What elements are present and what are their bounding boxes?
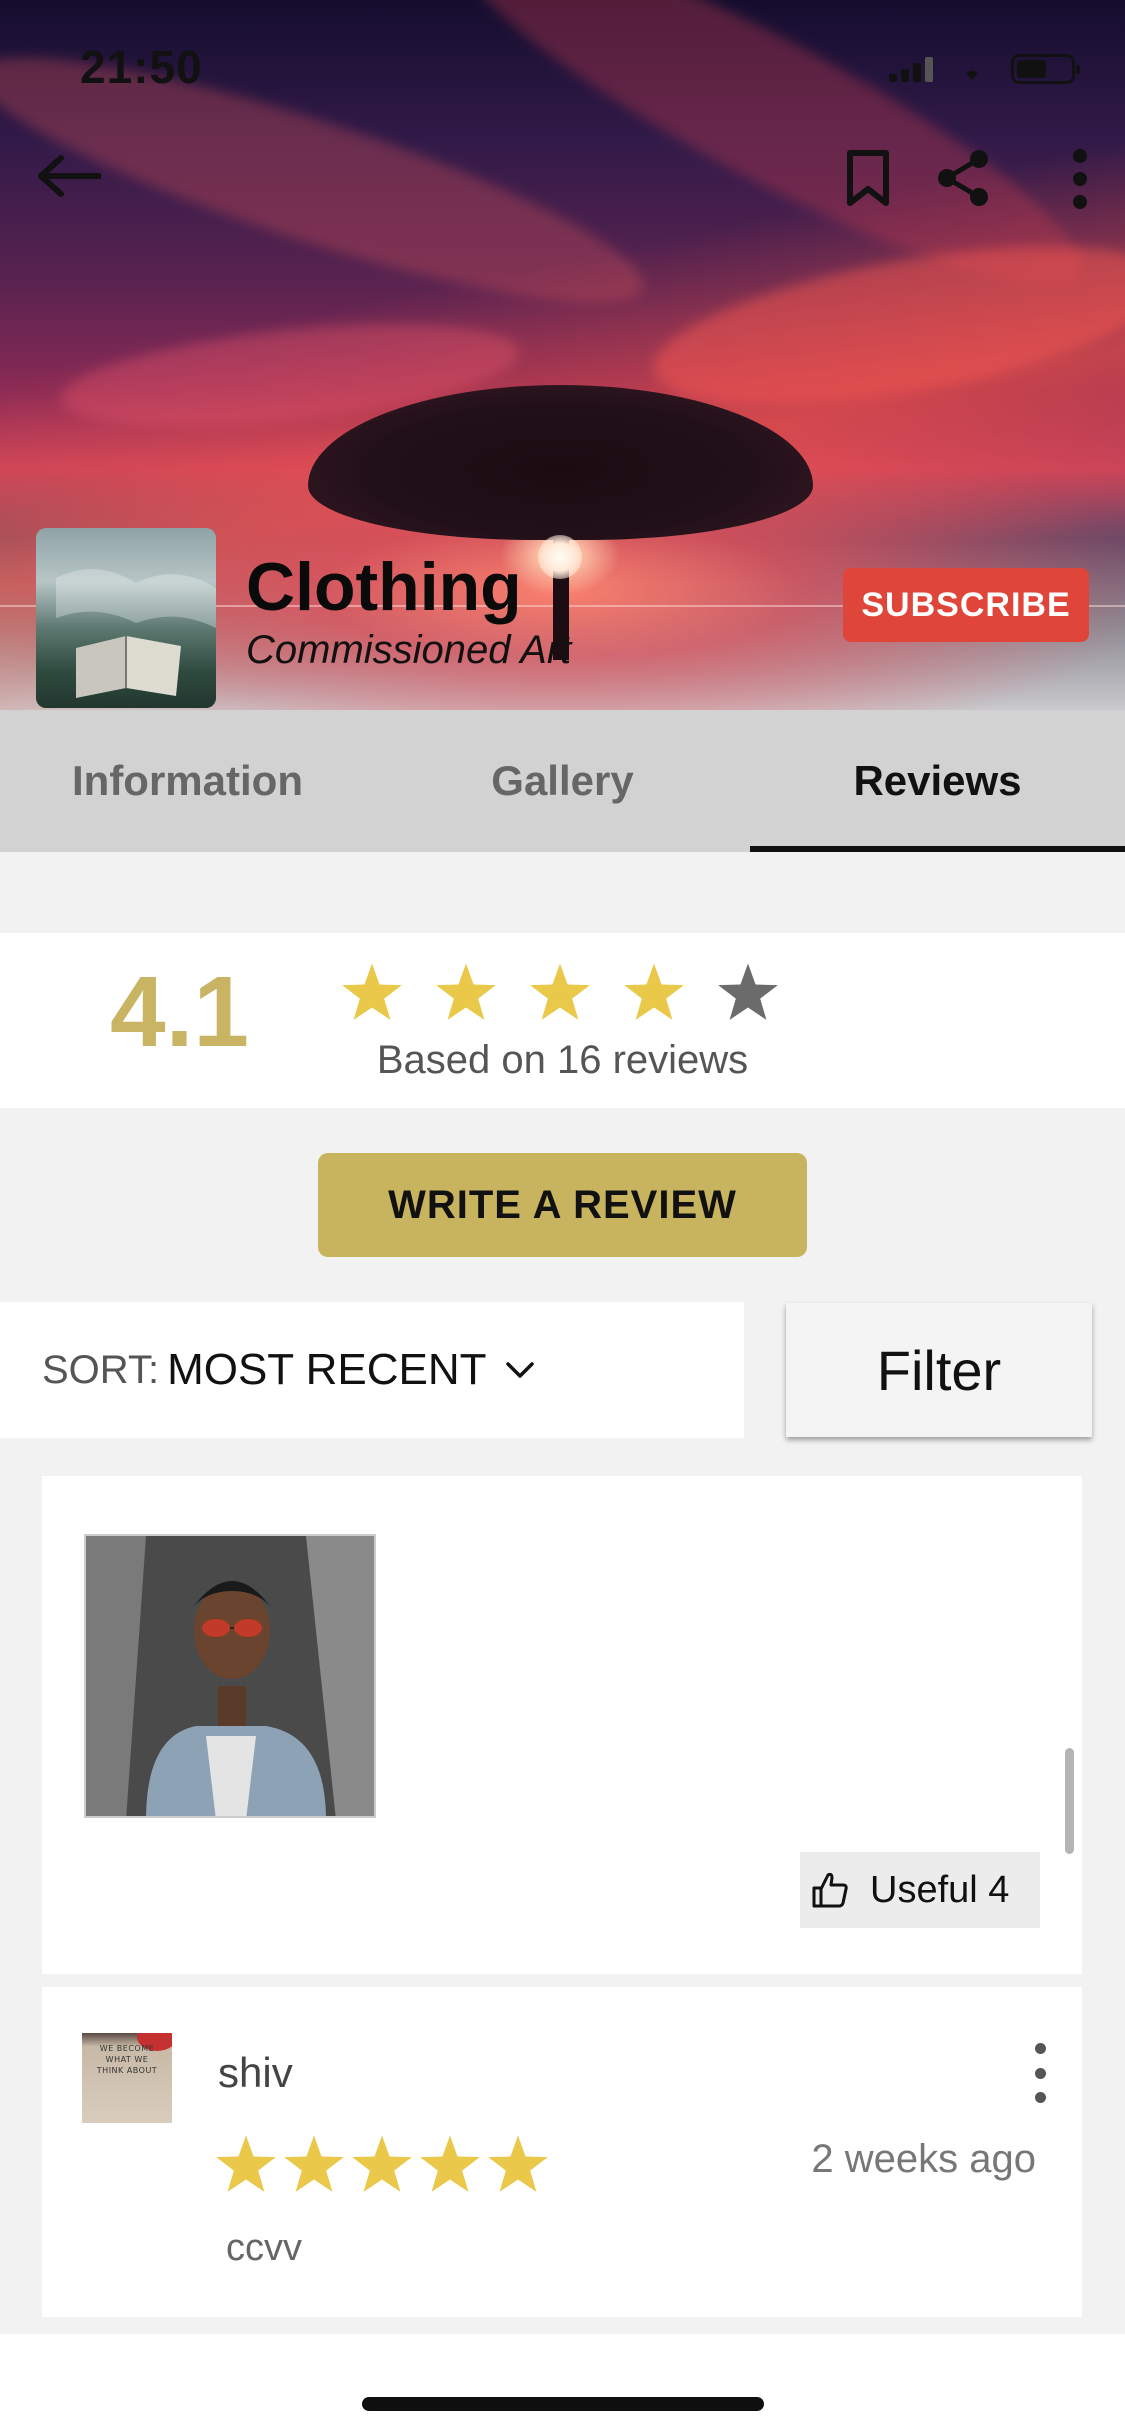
review-card: WE BECOME WHAT WE THINK ABOUT shiv 2 wee… [42, 1987, 1082, 2317]
rating-stars [340, 961, 780, 1025]
back-button[interactable] [30, 146, 106, 206]
review-time: 2 weeks ago [811, 2137, 1036, 2181]
star-filled-icon [216, 2135, 276, 2192]
star-filled-icon [436, 963, 496, 1020]
avatar-quote: WE BECOME WHAT WE THINK ABOUT [96, 2044, 158, 2075]
bookmark-icon [847, 150, 889, 206]
sort-value: MOST RECENT [167, 1345, 487, 1394]
subscribe-button[interactable]: SUBSCRIBE [843, 568, 1089, 642]
page-title: Clothing [246, 549, 522, 625]
share-icon [938, 150, 988, 206]
bottom-area [0, 2334, 1125, 2436]
profile-thumbnail [36, 528, 216, 708]
more-dot [1034, 2067, 1046, 2079]
star-filled-icon [488, 2135, 548, 2192]
tab-reviews[interactable]: Reviews [750, 710, 1125, 852]
home-indicator [362, 2397, 764, 2411]
star-filled-icon [284, 2135, 344, 2192]
tree-canopy [308, 385, 813, 540]
star-filled-icon [420, 2135, 480, 2192]
signal-icon [889, 56, 933, 82]
review-text: ccvv [226, 2227, 302, 2269]
filter-button[interactable]: Filter [786, 1303, 1092, 1437]
review-card: Useful 4 [42, 1476, 1082, 1974]
review-photo[interactable] [84, 1534, 376, 1818]
review-count: Based on 16 reviews [376, 1038, 749, 1082]
star-empty-icon [718, 963, 778, 1020]
star-filled-icon [530, 963, 590, 1020]
useful-label: Useful 4 [870, 1868, 1010, 1911]
star-filled-icon [352, 2135, 412, 2192]
more-dot [1034, 2043, 1046, 2054]
battery-icon [1011, 54, 1080, 84]
tab-information[interactable]: Information [0, 710, 375, 852]
tab-bar: Information Gallery Reviews [0, 710, 1125, 852]
rating-summary: 4.1 Based on 16 reviews [0, 933, 1125, 1108]
reviewer-name: shiv [218, 2049, 293, 2096]
more-vertical-icon [1073, 149, 1087, 209]
more-options-button[interactable] [1058, 144, 1102, 214]
open-book-image [56, 569, 216, 698]
star-filled-icon [624, 963, 684, 1020]
avatar[interactable]: WE BECOME WHAT WE THINK ABOUT [82, 2033, 172, 2123]
write-review-button[interactable]: WRITE A REVIEW [318, 1153, 807, 1257]
review-more-button[interactable] [1028, 2043, 1052, 2103]
bookmark-button[interactable] [840, 146, 896, 210]
arrow-left-icon [38, 155, 101, 197]
thumbs-up-icon [812, 1872, 848, 1908]
sort-label: SORT: [42, 1347, 160, 1392]
more-dot [1034, 2092, 1046, 2103]
share-button[interactable] [928, 146, 998, 210]
status-time: 21:50 [80, 41, 203, 93]
tab-gallery[interactable]: Gallery [375, 710, 750, 852]
portrait-image [86, 1536, 374, 1816]
wifi-icon [966, 70, 978, 80]
sort-dropdown[interactable]: SORT: MOST RECENT [0, 1302, 744, 1438]
status-icons [889, 54, 1080, 84]
page-subtitle: Commissioned Art [246, 628, 572, 672]
cloud-shape [642, 215, 1125, 435]
scrollbar[interactable] [1065, 1748, 1074, 1854]
review-stars [214, 2133, 550, 2197]
useful-button[interactable]: Useful 4 [800, 1852, 1040, 1928]
star-filled-icon [342, 963, 402, 1020]
sun [538, 535, 582, 579]
chevron-down-icon [505, 1362, 534, 1378]
